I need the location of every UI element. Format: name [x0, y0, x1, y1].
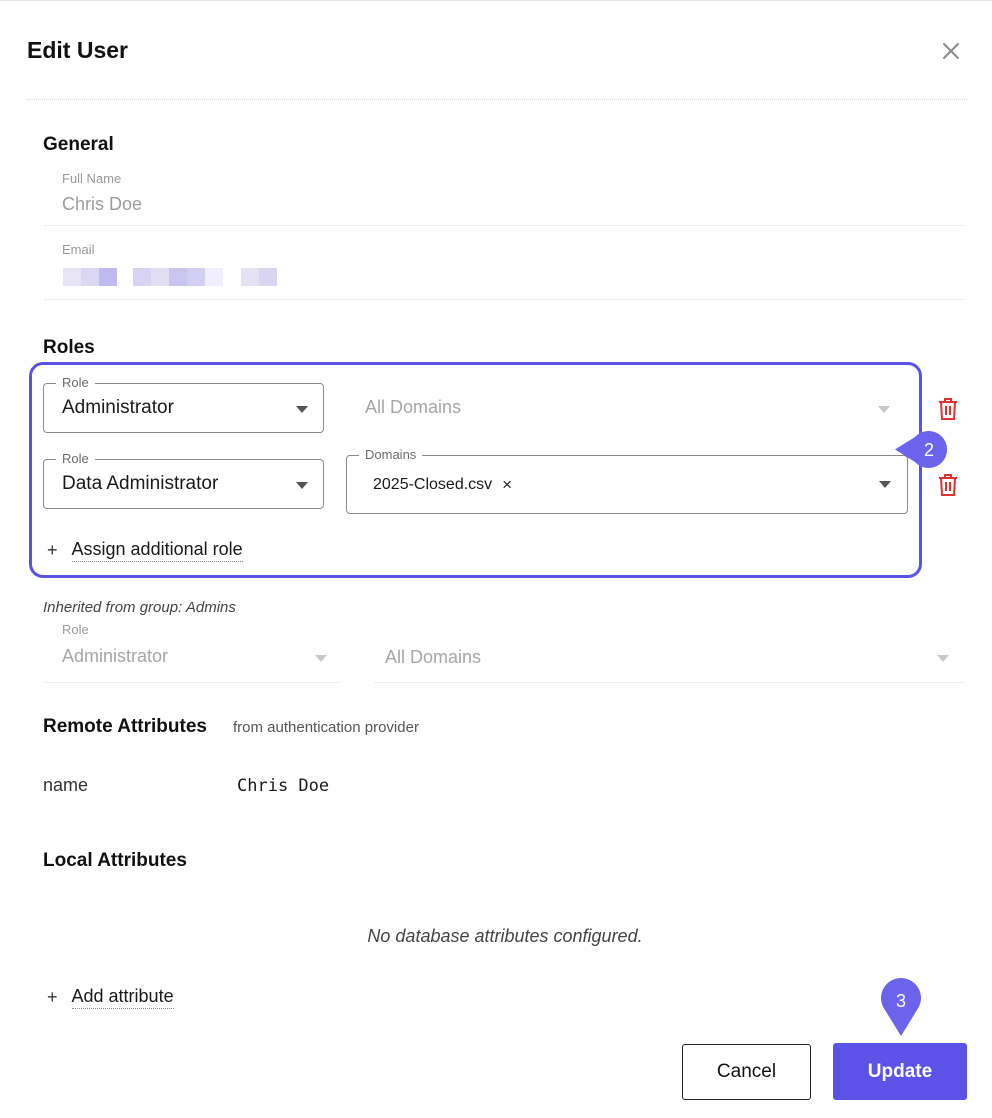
assign-additional-role-button[interactable]: + Assign additional role	[47, 539, 243, 562]
email-field-redacted	[63, 267, 277, 287]
inherited-role-underline	[45, 682, 340, 683]
cancel-button[interactable]: Cancel	[682, 1044, 811, 1100]
close-icon[interactable]	[938, 38, 964, 64]
dialog-title: Edit User	[27, 37, 128, 63]
add-attribute-label: Add attribute	[71, 986, 174, 1009]
step-2-label: 2	[924, 440, 934, 460]
remote-attribute-name: name	[43, 775, 89, 795]
domain-chip-label: 2025-Closed.csv	[373, 476, 493, 493]
chip-remove-icon[interactable]: ×	[502, 475, 512, 495]
step-3-label: 3	[896, 991, 906, 1011]
step-2-marker: 2	[893, 431, 955, 468]
plus-icon: +	[47, 987, 58, 1007]
update-button[interactable]: Update	[833, 1043, 967, 1100]
domain-chip: 2025-Closed.csv ×	[373, 475, 512, 495]
role-select-1-label: Role	[56, 375, 95, 390]
inherited-group-label: Inherited from group: Admins	[43, 599, 236, 616]
chevron-down-icon	[296, 482, 308, 489]
no-attributes-message: No database attributes configured.	[367, 926, 643, 946]
inherited-role-value: Administrator	[62, 646, 169, 666]
inherited-domains-value: All Domains	[385, 647, 482, 667]
inherited-domains-chevron-icon	[937, 655, 949, 662]
chevron-down-icon	[879, 481, 891, 488]
inherited-role-chevron-icon	[315, 655, 327, 662]
role-select-2[interactable]: Role Data Administrator	[43, 451, 324, 509]
assign-additional-role-label: Assign additional role	[71, 539, 243, 562]
general-section-title: General	[43, 134, 114, 155]
plus-icon: +	[47, 540, 58, 560]
full-name-label: Full Name	[62, 171, 122, 186]
role-select-2-label: Role	[56, 451, 95, 466]
edit-user-dialog: Edit User General Full Name Chris Doe Em…	[0, 0, 992, 1118]
full-name-underline	[45, 225, 965, 226]
roles-section-title: Roles	[43, 337, 95, 358]
step-3-marker: 3	[880, 974, 922, 1038]
email-underline	[45, 299, 965, 300]
domains-select-1-chevron-icon	[878, 406, 890, 413]
trash-icon[interactable]	[937, 473, 959, 497]
full-name-field: Chris Doe	[62, 194, 143, 214]
inherited-role-label: Role	[62, 622, 89, 637]
email-label: Email	[62, 242, 95, 257]
remote-attributes-subtitle: from authentication provider	[233, 719, 419, 736]
remote-attribute-value: Chris Doe	[237, 776, 330, 796]
role-select-2-value: Data Administrator	[62, 473, 219, 494]
local-attributes-title: Local Attributes	[43, 850, 187, 871]
domains-select-2[interactable]: Domains 2025-Closed.csv ×	[346, 447, 908, 514]
role-select-1-value: Administrator	[62, 397, 174, 418]
trash-icon[interactable]	[937, 397, 959, 421]
header-divider	[27, 99, 967, 100]
chevron-down-icon	[296, 406, 308, 413]
role-select-1[interactable]: Role Administrator	[43, 375, 324, 433]
domains-select-2-label: Domains	[359, 447, 423, 462]
domains-select-1-value: All Domains	[365, 397, 462, 417]
add-attribute-button[interactable]: + Add attribute	[47, 986, 174, 1009]
inherited-domains-underline	[375, 682, 965, 683]
remote-attributes-title: Remote Attributes	[43, 716, 207, 737]
